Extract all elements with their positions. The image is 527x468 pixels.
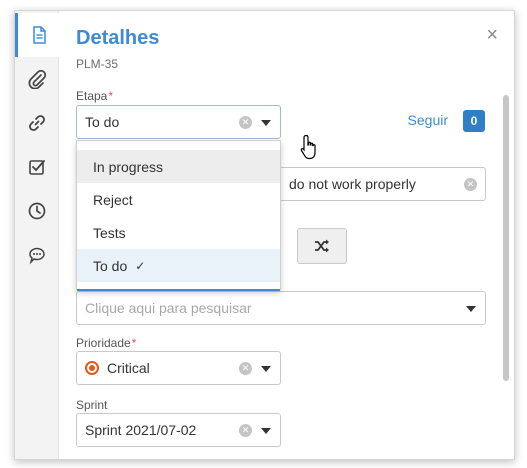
rail-tab-history[interactable] <box>15 189 59 233</box>
option-label: In progress <box>93 158 164 175</box>
prioridade-label: Prioridade* <box>76 336 136 350</box>
search-placeholder: Clique aqui para pesquisar <box>85 300 252 316</box>
required-mark: * <box>131 336 137 350</box>
required-mark: * <box>108 89 114 103</box>
rail-tab-details[interactable] <box>15 13 59 57</box>
chevron-down-icon[interactable] <box>261 366 271 372</box>
prioridade-select-value: Critical <box>107 360 150 376</box>
link-icon <box>29 115 45 131</box>
shuffle-button[interactable] <box>297 228 347 264</box>
scrollbar-thumb[interactable] <box>503 95 509 381</box>
etapa-label: Etapa* <box>76 89 113 103</box>
checkmark-icon: ✓ <box>135 258 146 273</box>
details-content: Detalhes PLM-35 × Etapa* To do ✕ Seguir … <box>59 11 514 459</box>
search-select[interactable]: Clique aqui para pesquisar <box>76 291 486 325</box>
chat-icon <box>29 247 45 265</box>
clear-icon[interactable]: ✕ <box>239 424 252 437</box>
etapa-option-to-do[interactable]: To do ✓ <box>77 249 280 282</box>
document-icon <box>32 26 46 44</box>
etapa-dropdown-list: In progress Reject Tests To do ✓ <box>76 140 281 291</box>
close-icon[interactable]: × <box>486 25 498 45</box>
screenshot-frame: Detalhes PLM-35 × Etapa* To do ✕ Seguir … <box>0 0 527 468</box>
follow-button[interactable]: Seguir <box>408 112 448 128</box>
summary-field-value: do not work properly <box>289 176 416 192</box>
rail-tab-comments[interactable] <box>15 233 59 277</box>
panel-title: Detalhes <box>76 27 160 49</box>
chevron-down-icon[interactable] <box>261 120 271 126</box>
etapa-label-text: Etapa <box>76 89 108 103</box>
follower-count-badge: 0 <box>463 110 485 132</box>
option-label: Reject <box>93 191 133 208</box>
option-label: Tests <box>93 224 126 241</box>
clear-icon[interactable]: ✕ <box>239 362 252 375</box>
clear-icon[interactable]: ✕ <box>464 178 477 191</box>
etapa-option-tests[interactable]: Tests <box>77 216 280 249</box>
chevron-down-icon[interactable] <box>261 428 271 434</box>
critical-priority-icon <box>85 361 99 375</box>
prioridade-select[interactable]: Critical ✕ <box>76 351 281 385</box>
option-label: To do <box>93 257 128 274</box>
etapa-select-value: To do <box>85 114 120 130</box>
etapa-option-reject[interactable]: Reject <box>77 183 280 216</box>
sprint-label: Sprint <box>76 398 108 412</box>
details-panel: Detalhes PLM-35 × Etapa* To do ✕ Seguir … <box>14 10 515 460</box>
dropdown-bottom-border <box>77 289 280 291</box>
sprint-select[interactable]: Sprint 2021/07-02 ✕ <box>76 413 281 447</box>
chevron-down-icon[interactable] <box>466 306 476 312</box>
side-rail <box>15 11 59 459</box>
prioridade-label-text: Prioridade <box>76 336 131 350</box>
rail-tab-links[interactable] <box>15 101 59 145</box>
checkbox-icon <box>29 160 45 175</box>
clock-icon <box>28 202 46 220</box>
clear-icon[interactable]: ✕ <box>239 116 252 129</box>
rail-tab-attachments[interactable] <box>15 57 59 101</box>
etapa-option-in-progress[interactable]: In progress <box>77 150 280 183</box>
item-key: PLM-35 <box>76 57 119 71</box>
etapa-select[interactable]: To do ✕ <box>76 105 281 139</box>
hand-cursor-icon <box>300 134 316 160</box>
sprint-select-value: Sprint 2021/07-02 <box>85 422 197 438</box>
shuffle-icon <box>315 239 329 253</box>
paperclip-icon <box>28 69 47 89</box>
rail-tab-checklist[interactable] <box>15 145 59 189</box>
